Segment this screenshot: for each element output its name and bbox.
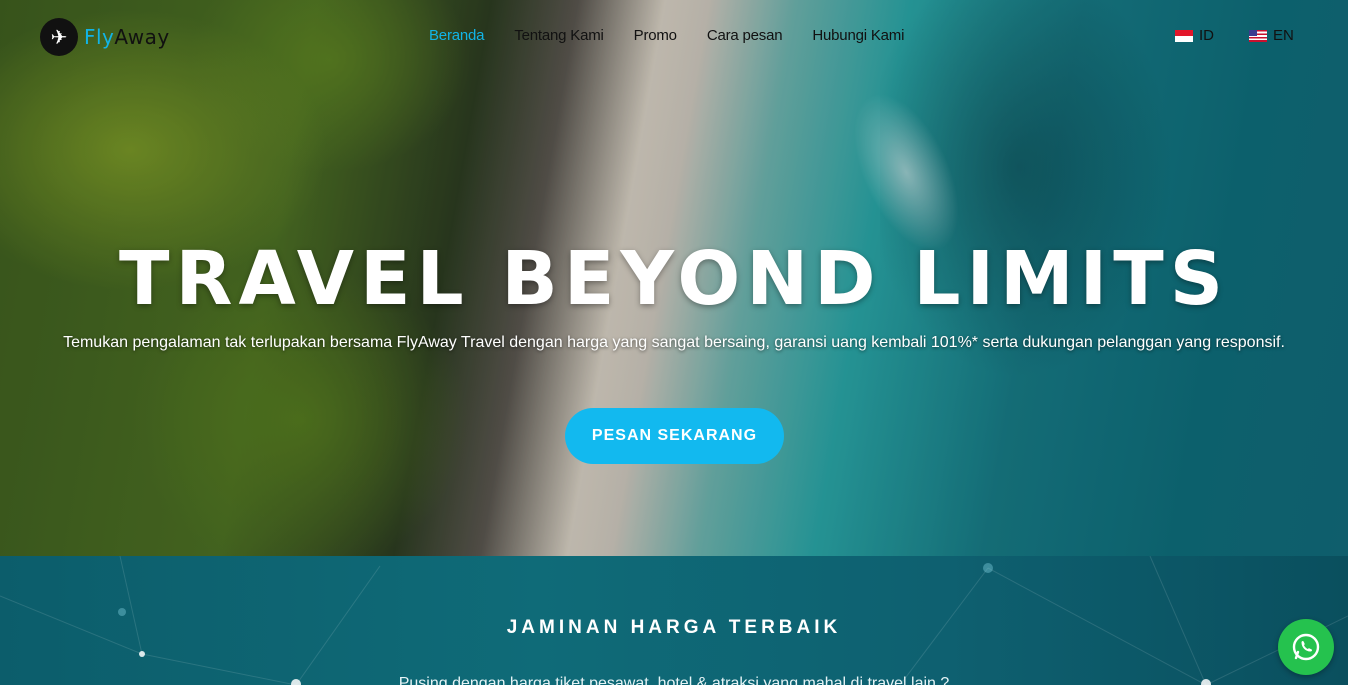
usa-flag-icon (1249, 29, 1267, 42)
logo-text-away: Away (114, 25, 170, 49)
nav-promo[interactable]: Promo (634, 27, 677, 44)
nav-beranda[interactable]: Beranda (429, 27, 485, 44)
guarantee-title: JAMINAN HARGA TERBAIK (506, 617, 842, 638)
logo-text: FlyAway (84, 25, 170, 49)
main-nav: Beranda Tentang Kami Promo Cara pesan Hu… (429, 27, 904, 44)
guarantee-text: Pusing dengan harga tiket pesawat, hotel… (398, 675, 950, 685)
logo[interactable]: ✈ FlyAway (40, 16, 170, 58)
book-now-button[interactable]: PESAN SEKARANG (565, 408, 784, 464)
language-en-label: EN (1273, 27, 1294, 44)
whatsapp-icon (1292, 633, 1320, 661)
nav-cara-pesan[interactable]: Cara pesan (707, 27, 783, 44)
language-en[interactable]: EN (1249, 27, 1294, 44)
language-id-label: ID (1199, 27, 1214, 44)
language-id[interactable]: ID (1175, 27, 1214, 44)
nav-tentang-kami[interactable]: Tentang Kami (514, 27, 604, 44)
nav-hubungi-kami[interactable]: Hubungi Kami (812, 27, 904, 44)
airplane-icon: ✈ (40, 18, 78, 56)
hero-headline: TRAVEL BEYOND LIMITS (118, 236, 1229, 322)
indonesia-flag-icon (1175, 29, 1193, 42)
guarantee-section: JAMINAN HARGA TERBAIK Pusing dengan harg… (0, 556, 1348, 685)
logo-text-fly: Fly (84, 25, 115, 49)
hero-subtext: Temukan pengalaman tak terlupakan bersam… (63, 334, 1285, 351)
whatsapp-button[interactable] (1278, 619, 1334, 675)
